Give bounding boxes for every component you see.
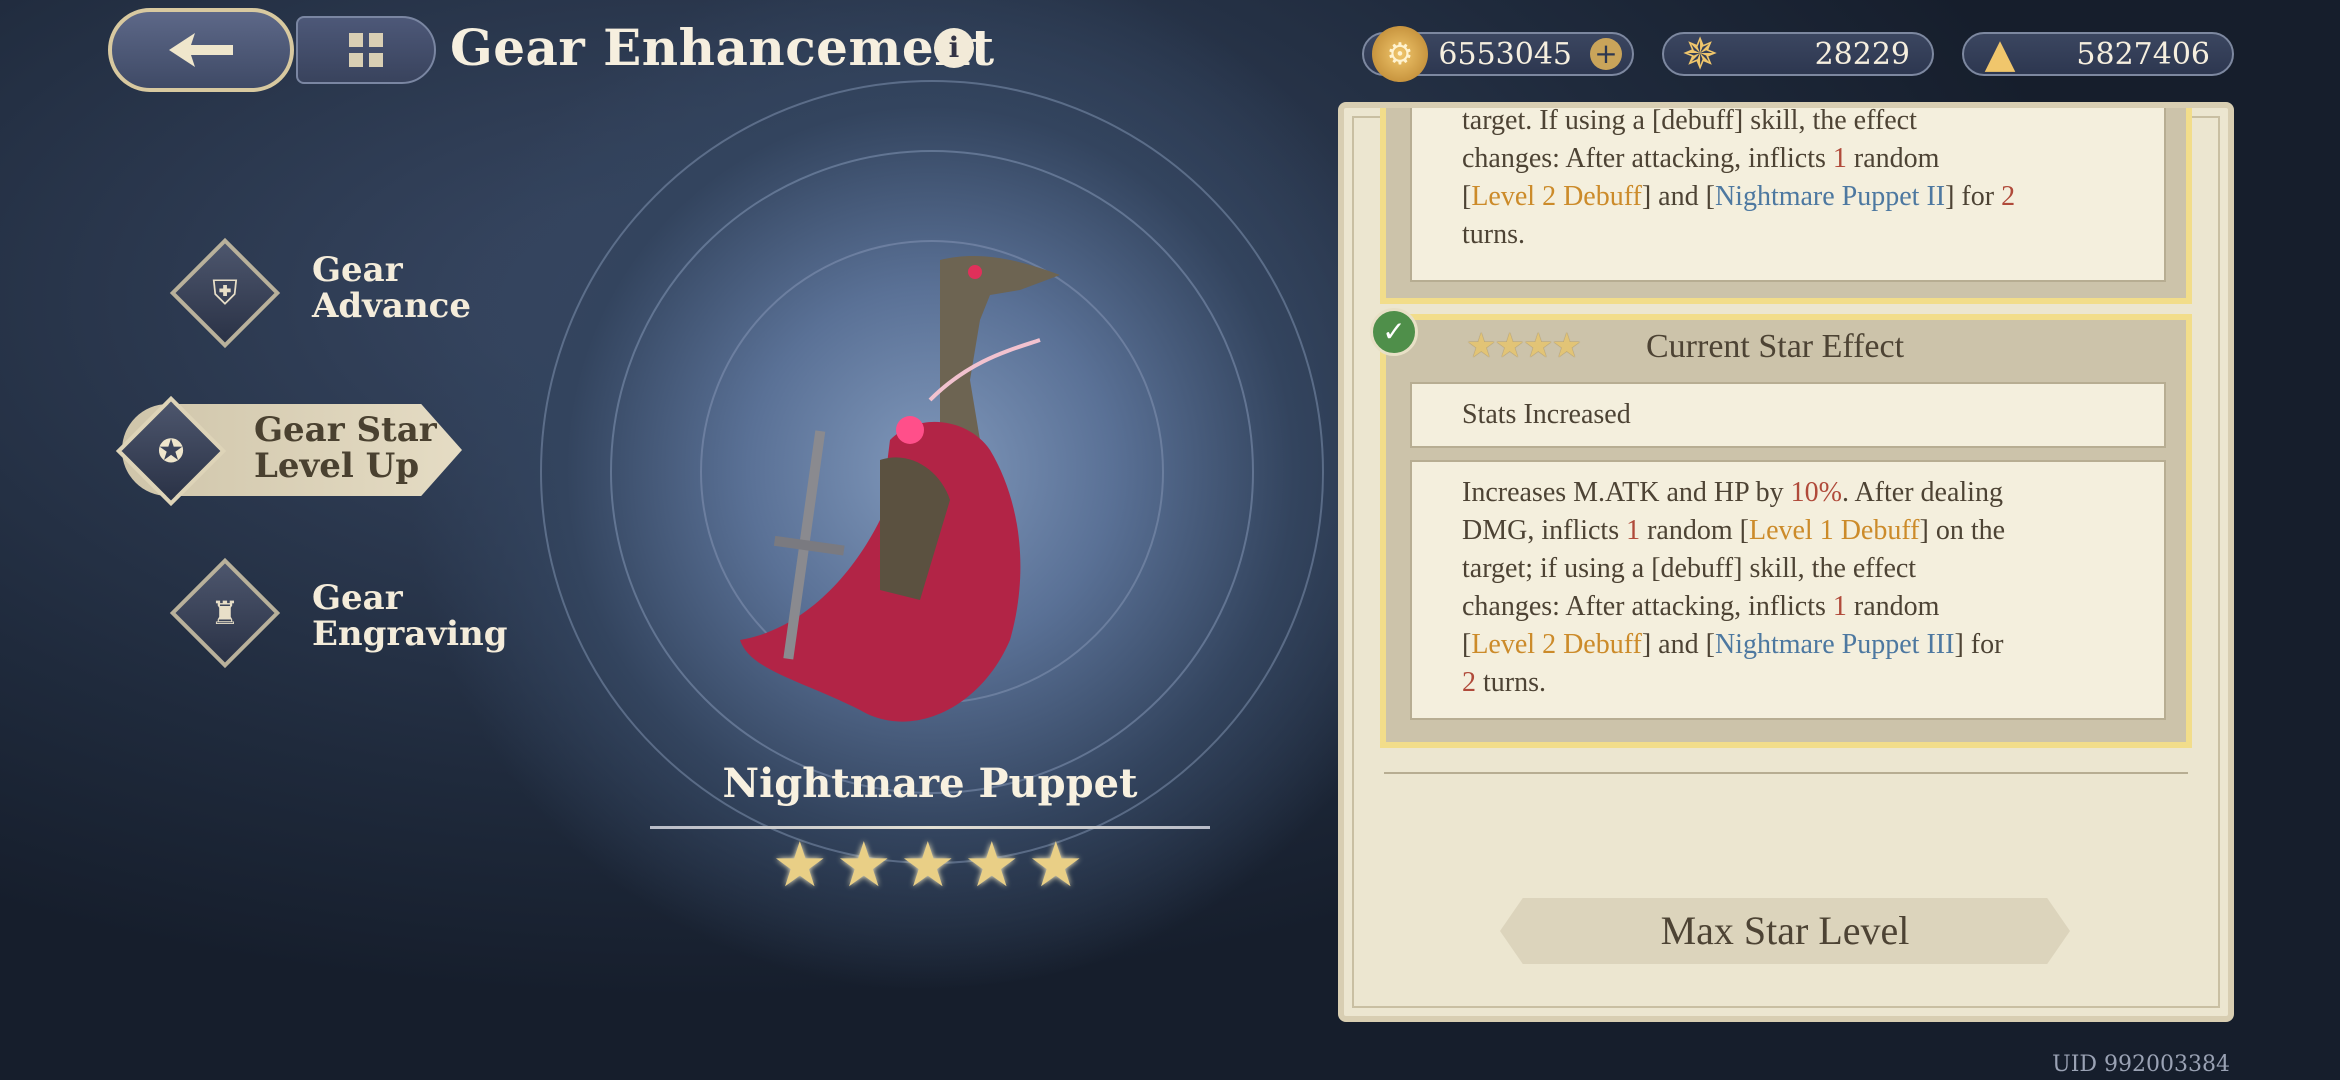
gold-coin-icon: ⚙ [1372, 26, 1428, 82]
shield-arrow-icon: ⛨ [212, 273, 238, 313]
star-amount: 5827406 [2076, 37, 2210, 72]
item-star-5: ★ [1028, 828, 1084, 901]
page-title: Gear Enhancement [450, 18, 995, 77]
crystal-amount: 28229 [1814, 37, 1910, 72]
item-star-3: ★ [900, 828, 956, 901]
panel-divider [1384, 772, 2188, 774]
currency-star: ▲ 5827406 [1962, 31, 2234, 77]
star-shield-icon: ✪ [157, 432, 185, 470]
user-id: UID 992003384 [2052, 1052, 2230, 1077]
menu-label-gear-advance: Gear Advance [312, 250, 471, 326]
star-shard-icon: ▲ [1984, 31, 2016, 77]
gold-amount: 6553045 [1438, 37, 1572, 72]
star-effect-panel[interactable]: target. If using a [debuff] skill, the e… [1338, 102, 2234, 1022]
current-effect-title: Current Star Effect [1646, 328, 1905, 365]
chalice-icon: ♜ [210, 594, 240, 632]
crystal-orb-icon: ✵ [1681, 28, 1719, 80]
menu-gear-star-level-up[interactable]: ✪ Gear Star Level Up [115, 395, 482, 507]
menu-button[interactable] [296, 16, 436, 84]
nightmare-puppet-artwork [740, 255, 1060, 722]
menu-gear-engraving[interactable]: ♜ Gear Engraving [169, 557, 508, 669]
item-star-2: ★ [836, 828, 892, 901]
max-star-level-button: Max Star Level [1500, 898, 2070, 964]
menu-label-gear-engraving: Gear Engraving [312, 578, 508, 654]
item-star-4: ★ [964, 828, 1020, 901]
current-check-icon: ✓ [1370, 308, 1418, 356]
currency-gold: ⚙ 6553045 + [1362, 26, 1634, 82]
back-arrow-icon [169, 33, 233, 67]
add-gold-button[interactable]: + [1590, 38, 1622, 70]
menu-label-gear-star: Gear Star Level Up [254, 410, 437, 486]
prev-effect-text: target. If using a [debuff] skill, the e… [1410, 108, 2166, 282]
grid-menu-icon [349, 33, 383, 67]
current-effect-description: Increases M.ATK and HP by 10%. After dea… [1410, 460, 2166, 720]
current-star-rating: ★★★★ [1466, 326, 1582, 366]
item-star-1: ★ [772, 828, 828, 901]
back-button[interactable] [108, 8, 294, 92]
info-icon[interactable]: i [934, 28, 974, 68]
item-name: Nightmare Puppet [722, 760, 1138, 807]
stats-increased-box: Stats Increased [1410, 382, 2166, 448]
menu-gear-advance[interactable]: ⛨ Gear Advance [169, 237, 508, 349]
currency-crystal: ✵ 28229 [1662, 29, 1934, 80]
